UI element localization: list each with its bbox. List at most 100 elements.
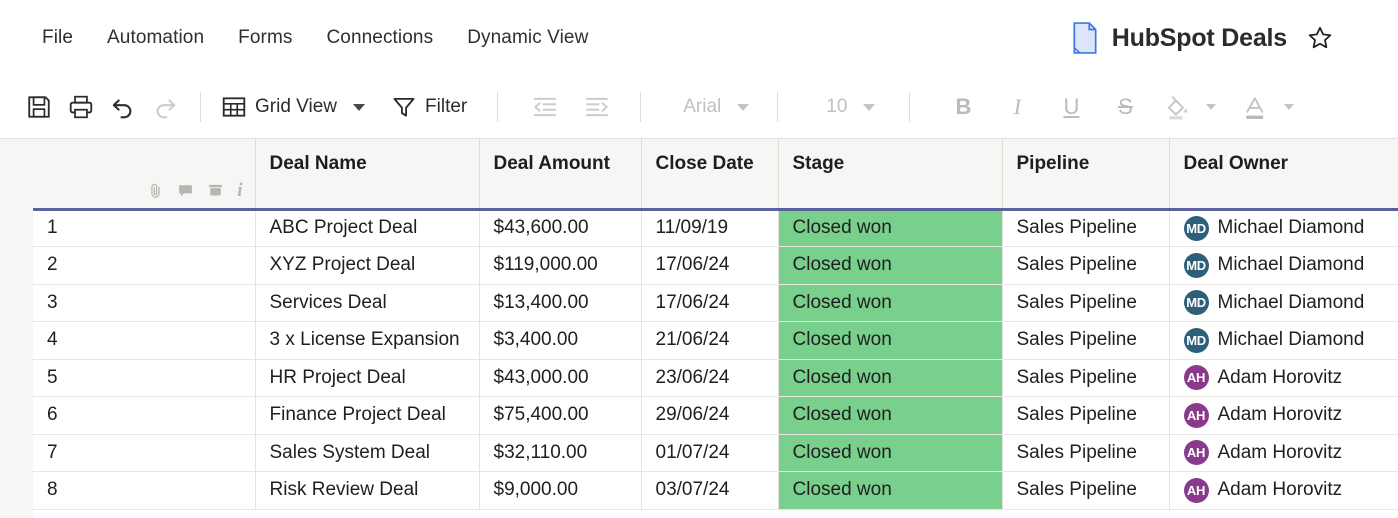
row-number[interactable]: 4 bbox=[33, 321, 256, 360]
row-number[interactable]: 7 bbox=[33, 434, 256, 472]
info-icon[interactable]: i bbox=[237, 181, 242, 200]
chevron-down-icon bbox=[863, 103, 876, 111]
column-header-deal-amount[interactable]: Deal Amount bbox=[479, 139, 642, 211]
filter-button[interactable]: Filter bbox=[385, 94, 473, 120]
menu-automation[interactable]: Automation bbox=[90, 21, 221, 55]
column-header-close-date[interactable]: Close Date bbox=[641, 139, 779, 211]
column-header-deal-owner[interactable]: Deal Owner bbox=[1169, 139, 1398, 211]
cell-close-date[interactable]: 17/06/24 bbox=[641, 246, 779, 285]
cell-deal-amount[interactable]: $75,400.00 bbox=[479, 396, 642, 435]
cell-stage[interactable]: Closed won bbox=[778, 471, 1003, 510]
grid-scroll-area[interactable]: i Deal Name Deal Amount Close Date Stage… bbox=[33, 139, 1398, 518]
cell-stage[interactable]: Closed won bbox=[778, 359, 1003, 397]
cell-deal-owner[interactable]: MD Michael Diamond bbox=[1169, 284, 1398, 322]
cell-deal-owner[interactable]: AH Adam Horovitz bbox=[1169, 471, 1398, 510]
table-row[interactable]: 2 XYZ Project Deal $119,000.00 17/06/24 Clos… bbox=[33, 246, 1398, 285]
column-header-stage[interactable]: Stage bbox=[778, 139, 1003, 211]
cell-deal-name[interactable]: XYZ Project Deal bbox=[255, 246, 480, 285]
toolbar-divider-3 bbox=[640, 92, 642, 122]
cell-deal-owner[interactable]: AH Adam Horovitz bbox=[1169, 396, 1398, 435]
cell-deal-amount[interactable]: $43,000.00 bbox=[479, 359, 642, 397]
cell-deal-amount[interactable]: $43,600.00 bbox=[479, 209, 642, 247]
cell-deal-name[interactable]: Sales System Deal bbox=[255, 434, 480, 472]
cell-close-date[interactable]: 11/09/19 bbox=[641, 209, 779, 247]
table-row[interactable]: 3 Services Deal $13,400.00 17/06/24 Closed w… bbox=[33, 284, 1398, 322]
cell-deal-amount[interactable]: $13,400.00 bbox=[479, 284, 642, 322]
row-number[interactable]: 8 bbox=[33, 471, 256, 510]
italic-button: I bbox=[1013, 94, 1022, 119]
indent-increase-icon bbox=[586, 97, 609, 117]
cell-deal-name[interactable]: Risk Review Deal bbox=[255, 471, 480, 510]
print-button[interactable] bbox=[60, 86, 102, 128]
cell-pipeline[interactable]: Sales Pipeline bbox=[1002, 396, 1170, 435]
archive-icon[interactable] bbox=[207, 182, 224, 199]
table-row[interactable]: 1 ABC Project Deal $43,600.00 11/09/19 Close… bbox=[33, 209, 1398, 247]
cell-pipeline[interactable]: Sales Pipeline bbox=[1002, 209, 1170, 247]
cell-pipeline[interactable]: Sales Pipeline bbox=[1002, 284, 1170, 322]
cell-deal-owner[interactable]: MD Michael Diamond bbox=[1169, 246, 1398, 285]
cell-close-date[interactable]: 03/07/24 bbox=[641, 471, 779, 510]
cell-deal-owner[interactable]: MD Michael Diamond bbox=[1169, 209, 1398, 247]
table-row[interactable]: 8 Risk Review Deal $9,000.00 03/07/24 Closed… bbox=[33, 471, 1398, 510]
text-color-icon bbox=[1246, 97, 1264, 119]
table-row[interactable]: 43 x License Expansion $3,400.00 21/06/24 C… bbox=[33, 321, 1398, 360]
cell-stage[interactable]: Closed won bbox=[778, 396, 1003, 435]
table-row[interactable]: 7 Sales System Deal $32,110.00 01/07/24 Clos… bbox=[33, 434, 1398, 472]
column-header-pipeline[interactable]: Pipeline bbox=[1002, 139, 1170, 211]
cell-deal-amount[interactable]: $32,110.00 bbox=[479, 434, 642, 472]
bold-button: B bbox=[955, 94, 972, 119]
row-number[interactable]: 6 bbox=[33, 396, 256, 435]
cell-stage[interactable]: Closed won bbox=[778, 321, 1003, 360]
grid-view-dropdown[interactable]: Grid View bbox=[215, 94, 371, 120]
cell-close-date[interactable]: 23/06/24 bbox=[641, 359, 779, 397]
cell-deal-owner[interactable]: AH Adam Horovitz bbox=[1169, 434, 1398, 472]
cell-close-date[interactable]: 01/07/24 bbox=[641, 434, 779, 472]
row-number[interactable]: 3 bbox=[33, 284, 256, 322]
cell-deal-amount[interactable]: $3,400.00 bbox=[479, 321, 642, 360]
avatar: MD bbox=[1183, 215, 1209, 241]
menu-forms[interactable]: Forms bbox=[221, 21, 309, 55]
cell-pipeline[interactable]: Sales Pipeline bbox=[1002, 246, 1170, 285]
owner-name: Adam Horovitz bbox=[1217, 366, 1343, 388]
spreadsheet-area: i Deal Name Deal Amount Close Date Stage… bbox=[0, 139, 1398, 518]
cell-close-date[interactable]: 17/06/24 bbox=[641, 284, 779, 322]
cell-stage[interactable]: Closed won bbox=[778, 434, 1003, 472]
avatar: AH bbox=[1183, 440, 1209, 466]
cell-stage[interactable]: Closed won bbox=[778, 246, 1003, 285]
cell-pipeline[interactable]: Sales Pipeline bbox=[1002, 321, 1170, 360]
cell-deal-amount[interactable]: $119,000.00 bbox=[479, 246, 642, 285]
menu-dynamic-view[interactable]: Dynamic View bbox=[450, 21, 605, 55]
cell-deal-name[interactable]: Finance Project Deal bbox=[255, 396, 480, 435]
cell-deal-name[interactable]: 3 x License Expansion bbox=[255, 321, 480, 360]
cell-pipeline[interactable]: Sales Pipeline bbox=[1002, 471, 1170, 510]
cell-stage[interactable]: Closed won bbox=[778, 209, 1003, 247]
cell-deal-name[interactable]: Services Deal bbox=[255, 284, 480, 322]
row-number[interactable]: 2 bbox=[33, 246, 256, 285]
save-button[interactable] bbox=[18, 86, 60, 128]
fill-color-button bbox=[1158, 94, 1222, 120]
cell-deal-amount[interactable]: $9,000.00 bbox=[479, 471, 642, 510]
menu-connections[interactable]: Connections bbox=[309, 21, 450, 55]
undo-button[interactable] bbox=[102, 86, 144, 128]
cell-deal-name[interactable]: HR Project Deal bbox=[255, 359, 480, 397]
menu-file[interactable]: File bbox=[30, 21, 90, 55]
cell-deal-owner[interactable]: AH Adam Horovitz bbox=[1169, 359, 1398, 397]
attachment-icon[interactable] bbox=[147, 182, 164, 199]
cell-close-date[interactable]: 29/06/24 bbox=[641, 396, 779, 435]
font-family-dropdown: Arial bbox=[677, 96, 755, 118]
cell-deal-name[interactable]: ABC Project Deal bbox=[255, 209, 480, 247]
comment-icon[interactable] bbox=[177, 182, 194, 199]
cell-pipeline[interactable]: Sales Pipeline bbox=[1002, 359, 1170, 397]
cell-close-date[interactable]: 21/06/24 bbox=[641, 321, 779, 360]
menu-bar: File Automation Forms Connections Dynami… bbox=[0, 0, 1398, 76]
cell-stage[interactable]: Closed won bbox=[778, 284, 1003, 322]
star-outline-icon[interactable] bbox=[1307, 25, 1333, 51]
row-number[interactable]: 5 bbox=[33, 359, 256, 397]
row-number[interactable]: 1 bbox=[33, 209, 256, 247]
column-header-deal-name[interactable]: Deal Name bbox=[255, 139, 480, 211]
cell-deal-owner[interactable]: MD Michael Diamond bbox=[1169, 321, 1398, 360]
table-row[interactable]: 5 HR Project Deal $43,000.00 23/06/24 Closed… bbox=[33, 359, 1398, 397]
table-row[interactable]: 6 Finance Project Deal $75,400.00 29/06/24 C… bbox=[33, 396, 1398, 435]
chevron-down-icon[interactable] bbox=[353, 103, 366, 111]
cell-pipeline[interactable]: Sales Pipeline bbox=[1002, 434, 1170, 472]
